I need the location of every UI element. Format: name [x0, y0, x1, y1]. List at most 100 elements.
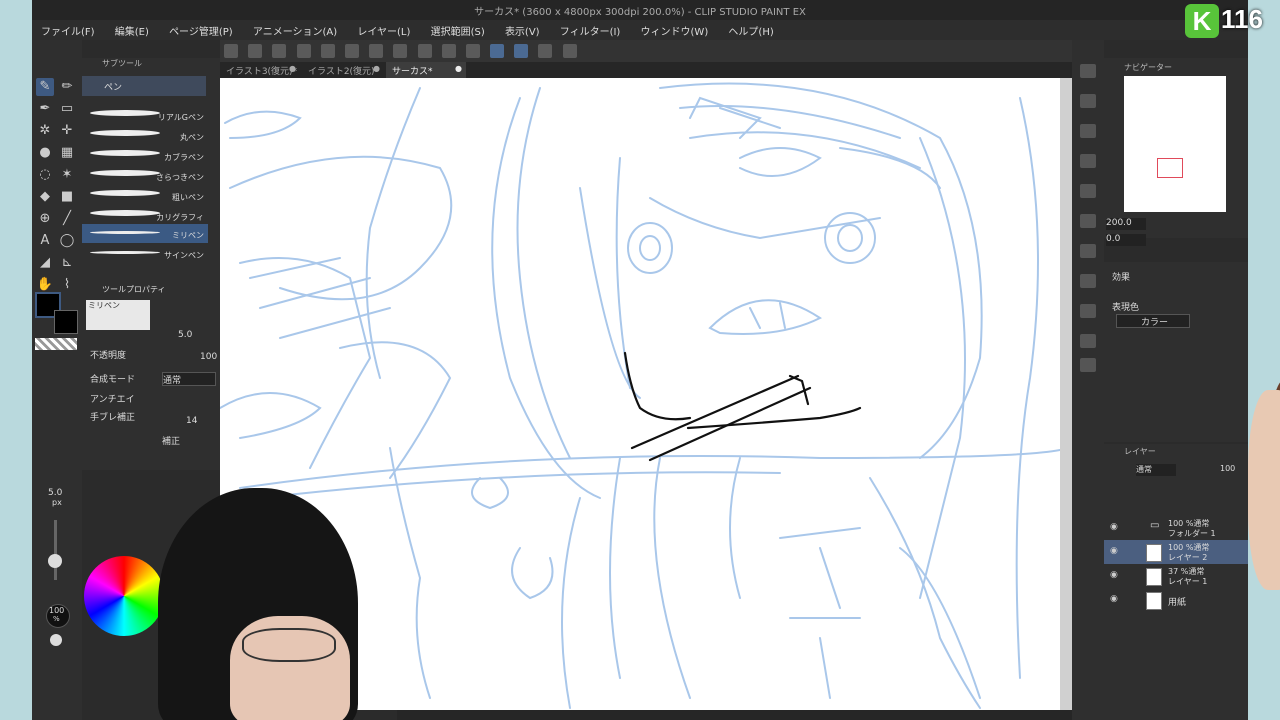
- menu-window[interactable]: ウィンドウ(W): [632, 20, 717, 38]
- color-wheel[interactable]: [82, 540, 164, 660]
- panel-icon[interactable]: [1080, 304, 1096, 318]
- menu-page[interactable]: ページ管理(P): [160, 20, 241, 38]
- move-tool-icon[interactable]: ✛: [58, 122, 76, 140]
- menu-edit[interactable]: 編集(E): [106, 20, 157, 38]
- redo-icon[interactable]: [320, 44, 335, 58]
- close-icon[interactable]: ●: [289, 64, 296, 73]
- layer-row[interactable]: ◉ ▭ 100 %通常 フォルダー 1: [1104, 516, 1248, 540]
- brush-stroke-preview: [90, 231, 160, 234]
- settings-icon[interactable]: [562, 44, 577, 58]
- rotate-field[interactable]: 0.0: [1106, 234, 1146, 246]
- brush-size-slider[interactable]: [54, 520, 57, 580]
- layer-opacity-value[interactable]: 100: [1220, 464, 1235, 473]
- fill-icon[interactable]: [369, 44, 384, 58]
- lasso-tool-icon[interactable]: ◌: [36, 166, 54, 184]
- panel-icon[interactable]: [1080, 334, 1096, 348]
- opacity-value[interactable]: 100: [200, 352, 217, 362]
- frame-tool-icon[interactable]: ◢: [36, 254, 54, 272]
- tab-illust2[interactable]: イラスト2(復元)* ●: [302, 62, 384, 78]
- sub-color-swatch[interactable]: [54, 310, 78, 334]
- menu-layer[interactable]: レイヤー(L): [348, 20, 418, 38]
- page-icon[interactable]: [538, 44, 553, 58]
- size-value[interactable]: 5.0: [178, 330, 192, 340]
- magic-wand-icon[interactable]: ✶: [58, 166, 76, 184]
- line-tool-icon[interactable]: ╱: [58, 210, 76, 228]
- brush-item-selected[interactable]: ミリペン: [82, 224, 208, 243]
- eye-icon[interactable]: ◉: [1110, 546, 1118, 556]
- opacity-label: 不透明度: [90, 351, 127, 361]
- fill-tool-icon[interactable]: ◆: [36, 188, 54, 206]
- brush-tool-icon[interactable]: ✒: [36, 100, 54, 118]
- panel-icon[interactable]: [1080, 214, 1096, 228]
- panel-icon[interactable]: [1080, 154, 1096, 168]
- subtool-group-pen[interactable]: ペン: [82, 76, 206, 96]
- undo-icon[interactable]: [296, 44, 311, 58]
- pen-tool-icon[interactable]: ✎: [36, 78, 54, 96]
- gradient-tool-icon[interactable]: ■: [58, 188, 76, 206]
- navigator-view-rect[interactable]: [1157, 158, 1183, 178]
- snap-ruler-icon[interactable]: [417, 44, 432, 58]
- eraser-tool-icon[interactable]: ▭: [58, 100, 76, 118]
- brush-label: 丸ペン: [180, 133, 204, 142]
- brush-size-handle[interactable]: [48, 554, 62, 568]
- brush-item[interactable]: 粗いペン: [82, 186, 208, 205]
- brush-item[interactable]: サインペン: [82, 244, 208, 263]
- open-icon[interactable]: [248, 44, 263, 58]
- tab-illust3[interactable]: イラスト3(復元)* ●: [220, 62, 300, 78]
- tab-circus[interactable]: サーカス* ●: [386, 62, 466, 78]
- subtool-header: サブツール: [102, 59, 142, 68]
- search-icon[interactable]: [1080, 94, 1096, 108]
- zoom-field[interactable]: 200.0: [1106, 218, 1146, 230]
- horizontal-scrollbar[interactable]: [397, 710, 1072, 720]
- brush-item[interactable]: カブラペン: [82, 146, 208, 165]
- eye-icon[interactable]: ◉: [1110, 570, 1118, 580]
- layer-blend-select[interactable]: 通常: [1136, 464, 1176, 476]
- layer-panel: レイヤー 通常 100 ◉ ▭ 100 %通常 フォルダー 1 ◉ 100 %通…: [1104, 444, 1248, 720]
- color-expression-select[interactable]: カラー: [1116, 314, 1190, 328]
- grid-tool-icon[interactable]: ▦: [58, 144, 76, 162]
- brush-item[interactable]: 丸ペン: [82, 126, 208, 145]
- correct-line-icon[interactable]: [490, 44, 505, 58]
- zoom-tool-icon[interactable]: ⊕: [36, 210, 54, 228]
- transparent-color-swatch[interactable]: [35, 338, 77, 350]
- balloon-tool-icon[interactable]: ◯: [58, 232, 76, 250]
- menu-help[interactable]: ヘルプ(H): [719, 20, 781, 38]
- panel-icon[interactable]: [1080, 244, 1096, 258]
- layer-row[interactable]: ◉ 用紙: [1104, 588, 1248, 612]
- close-icon[interactable]: ●: [455, 64, 462, 73]
- blend-tool-icon[interactable]: ●: [36, 144, 54, 162]
- brush-item[interactable]: リアルGペン: [82, 106, 208, 125]
- ruler-tool-icon[interactable]: ⊾: [58, 254, 76, 272]
- transform-icon[interactable]: [393, 44, 408, 58]
- eye-icon[interactable]: ◉: [1110, 522, 1118, 532]
- menu-view[interactable]: 表示(V): [496, 20, 548, 38]
- panel-icon[interactable]: [1080, 274, 1096, 288]
- snap-grid-icon[interactable]: [441, 44, 456, 58]
- menu-filter[interactable]: フィルター(I): [551, 20, 629, 38]
- correct-width-icon[interactable]: [514, 44, 529, 58]
- pencil-tool-icon[interactable]: ✏: [58, 78, 76, 96]
- decoration-tool-icon[interactable]: ✲: [36, 122, 54, 140]
- clear-icon[interactable]: [344, 44, 359, 58]
- text-tool-icon[interactable]: A: [36, 232, 54, 250]
- layer-row-selected[interactable]: ◉ 100 %通常 レイヤー 2: [1104, 540, 1248, 564]
- blend-select[interactable]: 通常: [162, 372, 216, 386]
- panel-icon[interactable]: [1080, 124, 1096, 138]
- panel-icon[interactable]: [1080, 358, 1096, 372]
- new-file-icon[interactable]: [224, 44, 238, 58]
- panel-icon[interactable]: [1080, 64, 1096, 78]
- navigator-thumbnail[interactable]: [1124, 76, 1226, 212]
- snap-special-icon[interactable]: [465, 44, 480, 58]
- opacity-handle[interactable]: [50, 634, 62, 646]
- brush-item[interactable]: さらつきペン: [82, 166, 208, 185]
- brush-item[interactable]: カリグラフィ: [82, 206, 208, 225]
- panel-icon[interactable]: [1080, 184, 1096, 198]
- layer-row[interactable]: ◉ 37 %通常 レイヤー 1: [1104, 564, 1248, 588]
- eye-icon[interactable]: ◉: [1110, 594, 1118, 604]
- menu-animation[interactable]: アニメーション(A): [244, 20, 345, 38]
- menu-selection[interactable]: 選択範囲(S): [422, 20, 493, 38]
- menu-file[interactable]: ファイル(F): [32, 20, 103, 38]
- stabilize-value[interactable]: 14: [186, 416, 197, 426]
- save-icon[interactable]: [272, 44, 287, 58]
- close-icon[interactable]: ●: [373, 64, 380, 73]
